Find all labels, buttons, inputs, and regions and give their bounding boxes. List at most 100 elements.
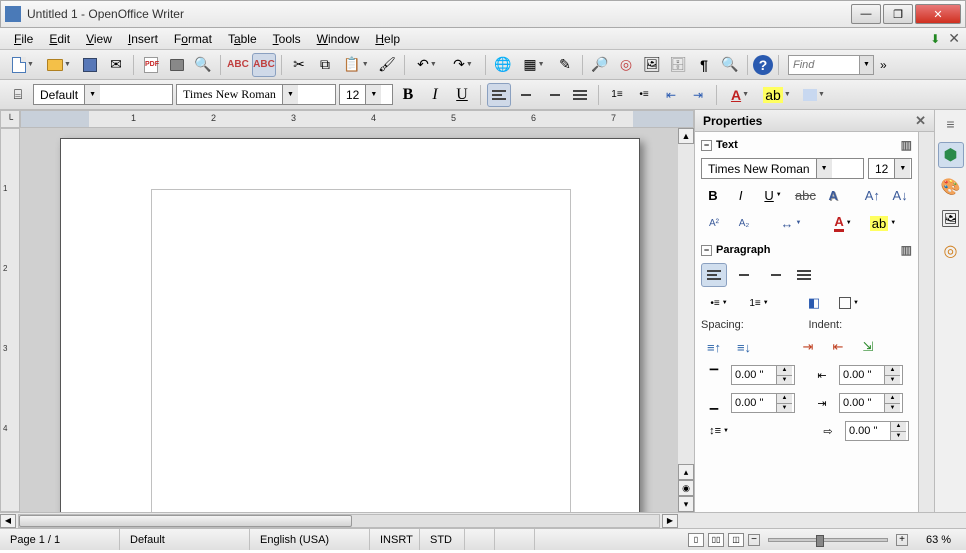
- horizontal-scrollbar[interactable]: [18, 514, 660, 528]
- cut-button[interactable]: ✂: [287, 53, 311, 77]
- format-paintbrush-button[interactable]: 🖌: [375, 53, 399, 77]
- status-style[interactable]: Default: [120, 529, 250, 550]
- align-left-button[interactable]: [487, 83, 511, 107]
- show-draw-button[interactable]: ✎: [553, 53, 577, 77]
- status-insert-mode[interactable]: INSRT: [370, 529, 420, 550]
- numbered-list-button[interactable]: 1≡: [605, 83, 629, 107]
- find-box[interactable]: ▼: [788, 55, 874, 75]
- close-button[interactable]: ✕: [915, 4, 961, 24]
- zoom-button[interactable]: 🔍: [718, 53, 742, 77]
- background-color-button[interactable]: ▼: [797, 83, 831, 107]
- paste-button[interactable]: 📋▼: [339, 53, 373, 77]
- bullet-list-button[interactable]: •≡: [632, 83, 656, 107]
- find-dropdown-icon[interactable]: ▼: [859, 56, 873, 74]
- prev-page-icon[interactable]: ▴: [678, 464, 694, 480]
- gallery-button[interactable]: 🖼: [640, 53, 664, 77]
- right-indent-input[interactable]: ▲▼: [839, 393, 903, 413]
- spellcheck-button[interactable]: ABC: [226, 53, 250, 77]
- status-selection-mode[interactable]: STD: [420, 529, 465, 550]
- text-boundary[interactable]: [151, 189, 571, 512]
- prop-align-center-button[interactable]: [731, 263, 757, 287]
- decrease-indent-button[interactable]: ⇤: [825, 335, 851, 359]
- open-button[interactable]: ▼: [42, 53, 76, 77]
- section-paragraph-header[interactable]: − Paragraph ▥: [701, 241, 912, 259]
- prop-italic-button[interactable]: I: [729, 183, 753, 207]
- chevron-down-icon[interactable]: ▼: [894, 159, 910, 178]
- navigator-button[interactable]: ◎: [614, 53, 638, 77]
- prop-align-right-button[interactable]: [761, 263, 787, 287]
- scroll-left-icon[interactable]: ◀: [0, 514, 16, 528]
- email-button[interactable]: ✉: [104, 53, 128, 77]
- italic-button[interactable]: I: [423, 83, 447, 107]
- menu-edit[interactable]: Edit: [41, 30, 78, 48]
- autospellcheck-button[interactable]: ABC: [252, 53, 276, 77]
- prop-bullet-list-button[interactable]: •≡▼: [701, 291, 737, 315]
- status-language[interactable]: English (USA): [250, 529, 370, 550]
- undo-button[interactable]: ↶▼: [410, 53, 444, 77]
- decrease-spacing-button[interactable]: ≡↓: [731, 335, 757, 359]
- prop-increase-font-button[interactable]: A↑: [860, 183, 884, 207]
- sidebar-styles-icon[interactable]: 🎨: [938, 174, 964, 200]
- increase-spacing-button[interactable]: ≡↑: [701, 335, 727, 359]
- highlight-button[interactable]: ab▼: [760, 83, 794, 107]
- menu-tools[interactable]: Tools: [265, 30, 309, 48]
- styles-button[interactable]: ⌸: [6, 83, 30, 107]
- status-signature[interactable]: [495, 529, 535, 550]
- zoom-slider-knob[interactable]: [816, 535, 824, 547]
- line-spacing-button[interactable]: ↕≡▼: [701, 419, 737, 443]
- table-button[interactable]: ▦▼: [517, 53, 551, 77]
- left-indent-input[interactable]: ▲▼: [839, 365, 903, 385]
- prop-underline-button[interactable]: U▼: [757, 183, 790, 207]
- hanging-indent-button[interactable]: ⇲: [855, 335, 881, 359]
- print-button[interactable]: [165, 53, 189, 77]
- scroll-right-icon[interactable]: ▶: [662, 514, 678, 528]
- menu-window[interactable]: Window: [309, 30, 368, 48]
- section-text-header[interactable]: − Text ▥: [701, 136, 912, 154]
- menu-format[interactable]: Format: [166, 30, 220, 48]
- increase-indent-button[interactable]: ⇥: [686, 83, 710, 107]
- scroll-up-icon[interactable]: ▲: [678, 128, 694, 144]
- prop-spacing-button[interactable]: ↔▼: [773, 211, 809, 235]
- align-justify-button[interactable]: [568, 83, 592, 107]
- export-pdf-button[interactable]: PDF: [139, 53, 163, 77]
- hyperlink-button[interactable]: 🌐: [491, 53, 515, 77]
- status-zoom[interactable]: 63 %: [916, 529, 966, 550]
- underline-button[interactable]: U: [450, 83, 474, 107]
- gear-icon[interactable]: ▥: [901, 243, 912, 257]
- collapse-icon[interactable]: −: [701, 245, 712, 256]
- align-right-button[interactable]: [541, 83, 565, 107]
- page[interactable]: [60, 138, 640, 512]
- zoom-out-icon[interactable]: −: [748, 534, 760, 546]
- font-color-button[interactable]: A▼: [723, 83, 757, 107]
- menu-view[interactable]: View: [78, 30, 120, 48]
- prop-superscript-button[interactable]: A²: [701, 211, 727, 235]
- decrease-indent-button[interactable]: ⇤: [659, 83, 683, 107]
- prop-font-color-button[interactable]: A▼: [825, 211, 861, 235]
- properties-scrollbar[interactable]: [918, 132, 934, 512]
- collapse-icon[interactable]: −: [701, 140, 712, 151]
- toolbar-more-icon[interactable]: »: [876, 58, 891, 72]
- find-replace-button[interactable]: 🔎: [588, 53, 612, 77]
- prop-numbered-list-button[interactable]: 1≡▼: [741, 291, 777, 315]
- chevron-down-icon[interactable]: ▼: [816, 159, 832, 178]
- prop-bgcolor-button[interactable]: ◧: [801, 291, 827, 315]
- sidebar-properties-icon[interactable]: ⬢: [938, 142, 964, 168]
- navigation-icon[interactable]: ◉: [678, 480, 694, 496]
- prop-decrease-font-button[interactable]: A↓: [888, 183, 912, 207]
- chevron-down-icon[interactable]: ▼: [365, 85, 381, 104]
- horizontal-ruler[interactable]: 1 2 3 4 5 6 7: [20, 110, 694, 128]
- next-page-icon[interactable]: ▾: [678, 496, 694, 512]
- document-view[interactable]: [20, 128, 678, 512]
- close-document-icon[interactable]: ✕: [948, 30, 960, 47]
- vertical-scrollbar[interactable]: ▲ ▴ ◉ ▾: [678, 128, 694, 512]
- save-button[interactable]: [78, 53, 102, 77]
- above-spacing-input[interactable]: ▲▼: [731, 365, 795, 385]
- menu-insert[interactable]: Insert: [120, 30, 166, 48]
- menu-file[interactable]: File: [6, 30, 41, 48]
- sidebar-menu-icon[interactable]: ≡: [941, 116, 961, 132]
- font-size-combo[interactable]: 12 ▼: [339, 84, 393, 105]
- align-center-button[interactable]: [514, 83, 538, 107]
- find-input[interactable]: [789, 59, 859, 71]
- status-page[interactable]: Page 1 / 1: [0, 529, 120, 550]
- sidebar-navigator-icon[interactable]: ◎: [938, 238, 964, 264]
